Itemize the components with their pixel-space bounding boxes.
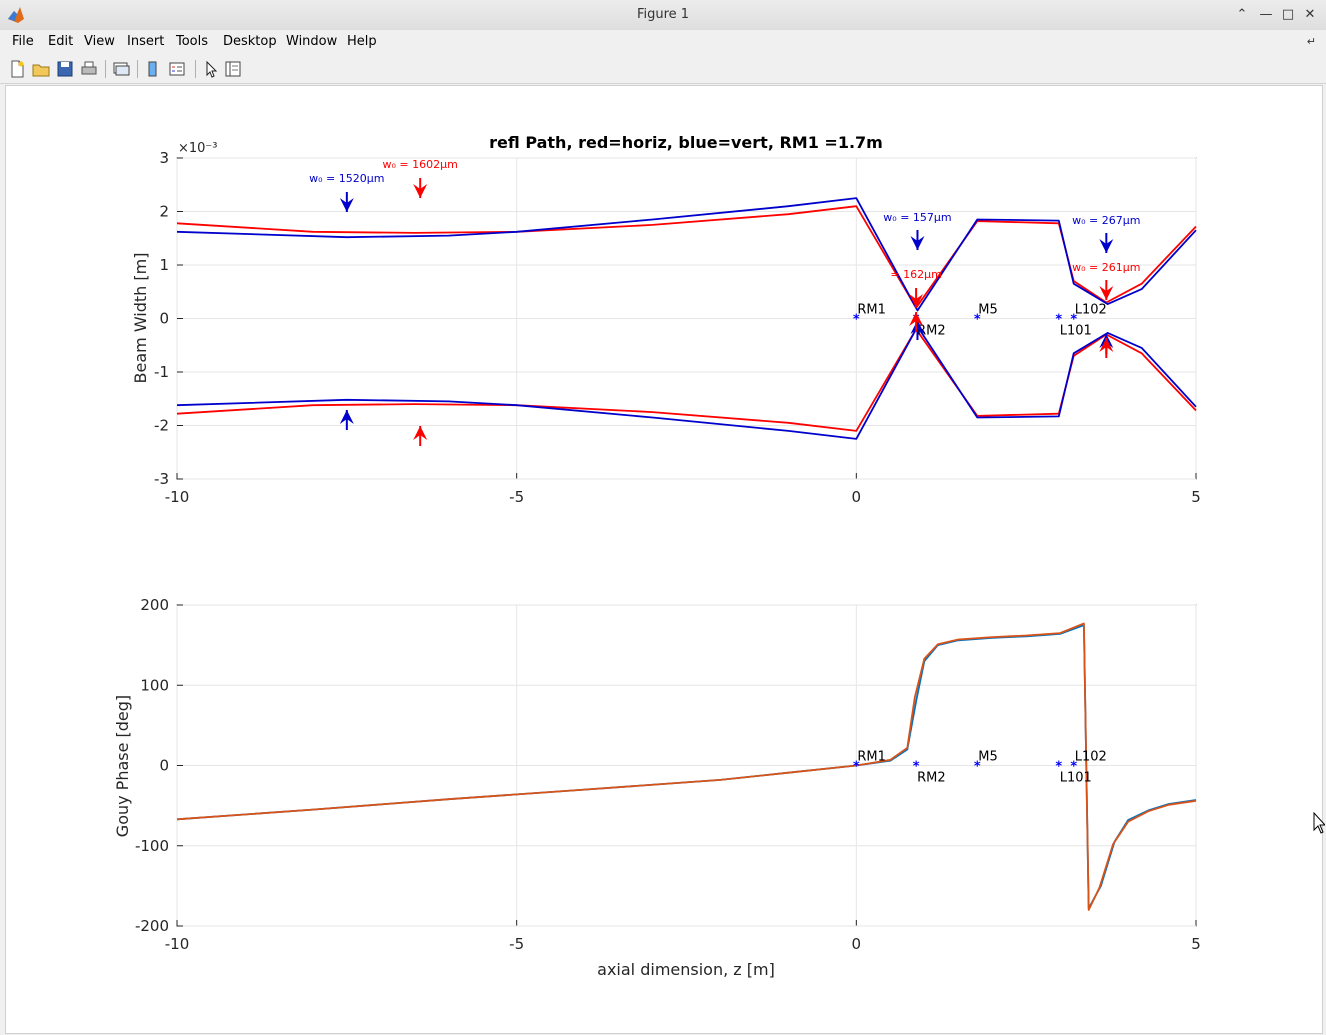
toolbar-separator — [105, 60, 106, 78]
y-exponent-label: ×10⁻³ — [178, 141, 218, 156]
waist-label: = 162μm — [890, 268, 941, 281]
y-tick-label: 1 — [159, 256, 169, 274]
chart-title: refl Path, red=horiz, blue=vert, RM1 =1.… — [489, 133, 883, 152]
plots-svg: -10-505-3-2-10123*RM1*RM2*M5*L101*L102w₀… — [113, 133, 1201, 979]
y-tick-label: -100 — [135, 837, 169, 855]
x-axis-label: axial dimension, z [m] — [597, 960, 775, 979]
waist-label: w₀ = 261μm — [1072, 261, 1140, 274]
x-tick-label: 0 — [852, 935, 862, 953]
mouse-cursor-icon — [1313, 812, 1325, 834]
optic-label: M5 — [978, 303, 998, 318]
insert-colorbar-icon[interactable] — [143, 59, 163, 79]
optic-label: RM2 — [917, 771, 946, 786]
menu-help[interactable]: Help — [347, 34, 377, 49]
menu-tools[interactable]: Tools — [176, 34, 208, 49]
menu-edit[interactable]: Edit — [48, 34, 73, 49]
x-tick-label: -5 — [509, 488, 524, 506]
waist-label: w₀ = 157μm — [883, 211, 951, 224]
beam-width-axes: -10-505-3-2-10123*RM1*RM2*M5*L101*L102w₀… — [131, 133, 1201, 506]
y-tick-label: -2 — [154, 417, 169, 435]
toolbar — [0, 55, 1326, 84]
y-axis-label: Gouy Phase [deg] — [113, 695, 132, 837]
menu-insert[interactable]: Insert — [127, 34, 164, 49]
y-tick-label: 2 — [159, 203, 169, 221]
optic-label: L102 — [1075, 750, 1107, 765]
waist-label: w₀ = 1520μm — [309, 172, 384, 185]
gouy-phase-axes: -10 -5 0 5-200-1000100200*RM1*RM2*M5*L101*L… — [113, 596, 1201, 979]
toolbar-separator — [137, 60, 138, 78]
window-title: Figure 1 — [636, 7, 690, 22]
waist-label: w₀ = 267μm — [1072, 214, 1140, 227]
insert-legend-icon[interactable] — [167, 59, 187, 79]
new-figure-icon[interactable] — [7, 59, 27, 79]
y-tick-label: 3 — [159, 149, 169, 167]
y-tick-label: 100 — [140, 676, 169, 694]
optic-label: RM1 — [857, 750, 886, 765]
maximize-icon[interactable]: □ — [1278, 5, 1298, 25]
y-tick-label: -3 — [154, 470, 169, 488]
y-axis-label: Beam Width [m] — [131, 253, 150, 384]
close-icon[interactable]: ✕ — [1300, 5, 1320, 25]
property-inspector-icon[interactable] — [223, 59, 243, 79]
optic-label: L102 — [1075, 303, 1107, 318]
menu-bar: File Edit View Insert Tools Desktop Wind… — [0, 30, 1326, 54]
x-tick-label: -5 — [509, 935, 524, 953]
y-tick-label: -200 — [135, 917, 169, 935]
menu-window[interactable]: Window — [286, 34, 337, 49]
edit-plot-icon[interactable] — [201, 59, 221, 79]
save-icon[interactable] — [55, 59, 75, 79]
x-tick-label: -10 — [165, 935, 190, 953]
menu-file[interactable]: File — [12, 34, 34, 49]
open-file-icon[interactable] — [31, 59, 51, 79]
menu-view[interactable]: View — [84, 34, 115, 49]
collapse-icon[interactable]: ⌃ — [1232, 5, 1252, 25]
x-tick-label: 5 — [1191, 488, 1201, 506]
x-tick-label: -10 — [165, 488, 190, 506]
toolbar-separator — [195, 60, 196, 78]
waist-label: w₀ = 1602μm — [383, 158, 458, 171]
y-tick-label: 0 — [159, 310, 169, 328]
x-tick-label: 5 — [1191, 935, 1201, 953]
menu-desktop[interactable]: Desktop — [223, 34, 277, 49]
y-tick-label: -1 — [154, 363, 169, 381]
minimize-icon[interactable]: — — [1256, 5, 1276, 25]
y-tick-label: 0 — [159, 757, 169, 775]
dock-arrow-icon[interactable]: ↵ — [1307, 35, 1316, 48]
title-bar: Figure 1 ⌃ — □ ✕ — [0, 0, 1326, 31]
x-tick-label: 0 — [852, 488, 862, 506]
y-tick-label: 200 — [140, 596, 169, 614]
link-plot-icon[interactable] — [111, 59, 131, 79]
figure-canvas: -10-505-3-2-10123*RM1*RM2*M5*L101*L102w₀… — [5, 85, 1323, 1034]
optic-label: M5 — [978, 750, 998, 765]
print-icon[interactable] — [79, 59, 99, 79]
optic-label: RM1 — [857, 303, 886, 318]
